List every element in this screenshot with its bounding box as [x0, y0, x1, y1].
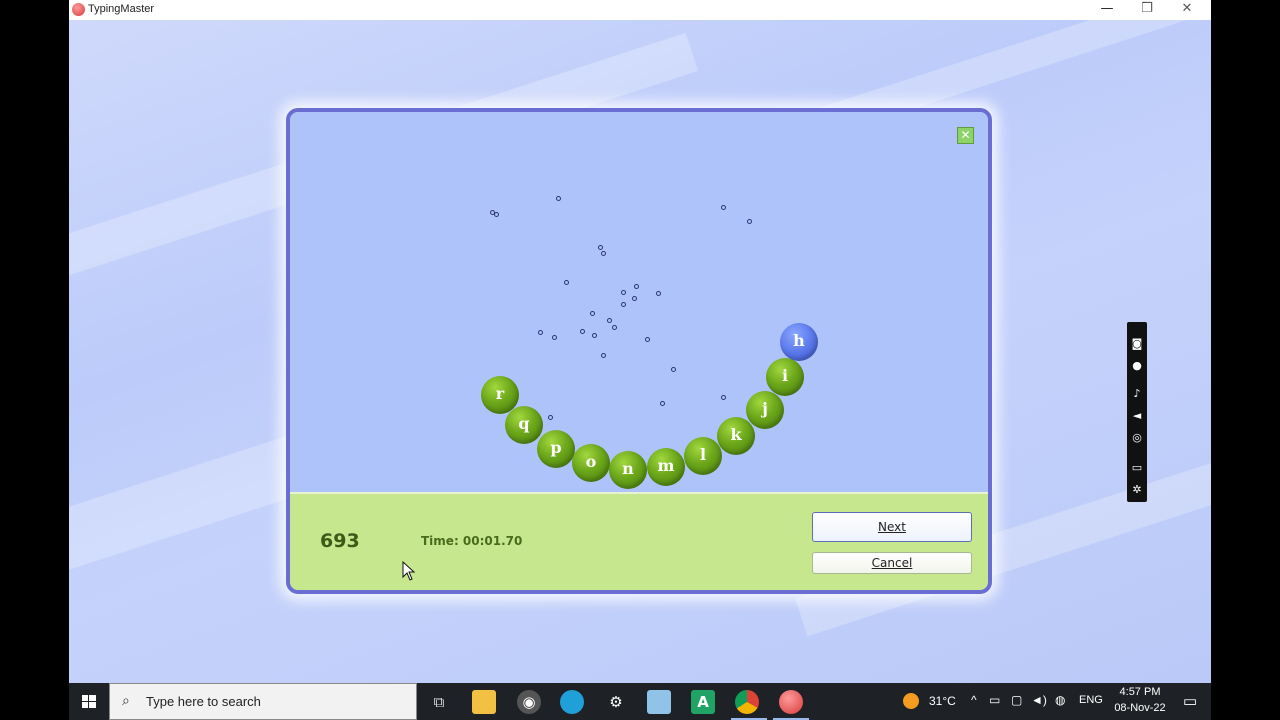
chevron-up-icon[interactable]: ^ — [971, 693, 977, 707]
letter-ball-i: i — [766, 358, 804, 396]
search-input[interactable]: Type here to search — [146, 694, 261, 709]
file-explorer-icon[interactable] — [472, 690, 496, 714]
cancel-button[interactable]: Cancel — [812, 552, 972, 574]
record-icon[interactable]: ● — [1130, 360, 1144, 372]
typingmaster-app-icon — [72, 3, 85, 16]
letter-ball-n: n — [609, 451, 647, 489]
letter-ball-p: p — [537, 430, 575, 468]
search-icon: ⌕ — [122, 693, 130, 709]
bubble — [592, 333, 597, 338]
typingmaster-taskbar-icon[interactable] — [779, 690, 803, 714]
edge-browser-icon[interactable] — [560, 690, 584, 714]
letter-ball-o: o — [572, 444, 610, 482]
clock-date[interactable]: 08-Nov-22 — [1109, 702, 1171, 714]
letter-ball-k: k — [717, 417, 755, 455]
score-panel: 693 Time: 00:01.70 Next Cancel — [290, 492, 988, 590]
window-title: TypingMaster — [88, 3, 155, 15]
bubble — [621, 302, 626, 307]
taskbar: ⌕ Type here to search ⧉ ◉ ⚙ A 31°C ^ ▭ ▢… — [69, 683, 1211, 720]
bubble — [747, 219, 752, 224]
bubble — [645, 337, 650, 342]
input-language[interactable]: ENG — [1079, 694, 1103, 706]
letter-ball-h: h — [780, 323, 818, 361]
network-icon[interactable]: ▢ — [1011, 693, 1022, 707]
bubble — [564, 280, 569, 285]
bubble — [601, 353, 606, 358]
bubble — [632, 296, 637, 301]
camera-icon[interactable]: ◙ — [1130, 338, 1144, 350]
bubble — [556, 196, 561, 201]
bubble — [548, 415, 553, 420]
letter-ball-l: l — [684, 437, 722, 475]
screen: TypingMaster — ❐ ✕ ✕ r q p o n m l k j i… — [69, 0, 1211, 720]
bubble — [634, 284, 639, 289]
webcam-icon[interactable]: ◎ — [1130, 432, 1144, 444]
weather-sun-icon[interactable] — [903, 693, 919, 709]
globe-icon[interactable]: ◍ — [1055, 693, 1065, 707]
settings-gear-icon[interactable]: ⚙ — [604, 690, 628, 714]
letter-ball-m: m — [647, 448, 685, 486]
bubble — [607, 318, 612, 323]
bubble — [590, 311, 595, 316]
elapsed-time: Time: 00:01.70 — [421, 534, 523, 548]
chrome-icon[interactable] — [735, 690, 759, 714]
bubble — [494, 212, 499, 217]
letter-ball-j: j — [746, 391, 784, 429]
battery-icon[interactable]: ▭ — [989, 693, 1000, 707]
clock-time[interactable]: 4:57 PM — [1114, 686, 1166, 698]
microphone-icon[interactable]: ♪ — [1130, 388, 1144, 400]
task-view-icon[interactable]: ⧉ — [427, 690, 451, 714]
screen-icon[interactable]: ▭ — [1130, 462, 1144, 474]
bubble — [721, 395, 726, 400]
start-button[interactable] — [69, 683, 109, 720]
title-bar: TypingMaster — ❐ ✕ — [69, 0, 1211, 20]
gear-icon[interactable]: ✲ — [1130, 484, 1144, 496]
bubble — [538, 330, 543, 335]
bubble — [660, 401, 665, 406]
bubble — [671, 367, 676, 372]
system-tray: 31°C ^ ▭ ▢ ◄) ◍ ENG 4:57 PM 08-Nov-22 ▭ — [899, 683, 1211, 720]
bubble — [580, 329, 585, 334]
taskbar-search[interactable]: ⌕ Type here to search — [109, 683, 417, 720]
windows-logo-icon — [82, 695, 96, 708]
dialog-close-button[interactable]: ✕ — [957, 127, 974, 144]
bubble — [656, 291, 661, 296]
media-player-icon[interactable]: ◉ — [517, 690, 541, 714]
bubble — [552, 335, 557, 340]
volume-icon[interactable]: ◄) — [1031, 693, 1047, 707]
letter-ball-q: q — [505, 406, 543, 444]
bubble — [612, 325, 617, 330]
bubble — [721, 205, 726, 210]
next-button[interactable]: Next — [812, 512, 972, 542]
excel-icon[interactable]: A — [691, 690, 715, 714]
game-dialog: ✕ r q p o n m l k j i h 693 Time: 00:01.… — [286, 108, 992, 594]
notepad-icon[interactable] — [647, 690, 671, 714]
game-area[interactable]: ✕ r q p o n m l k j i h — [290, 112, 988, 492]
recorder-toolbar: ◙ ● ♪ ◄ ◎ ▭ ✲ — [1127, 322, 1147, 502]
bubble — [601, 251, 606, 256]
bubble — [598, 245, 603, 250]
bubble — [621, 290, 626, 295]
app-background: ✕ r q p o n m l k j i h 693 Time: 00:01.… — [69, 0, 1211, 683]
speaker-icon[interactable]: ◄ — [1130, 410, 1144, 422]
mouse-cursor-icon — [402, 561, 416, 581]
weather-temperature[interactable]: 31°C — [929, 694, 956, 708]
score-value: 693 — [320, 530, 360, 552]
notifications-icon[interactable]: ▭ — [1183, 692, 1197, 710]
